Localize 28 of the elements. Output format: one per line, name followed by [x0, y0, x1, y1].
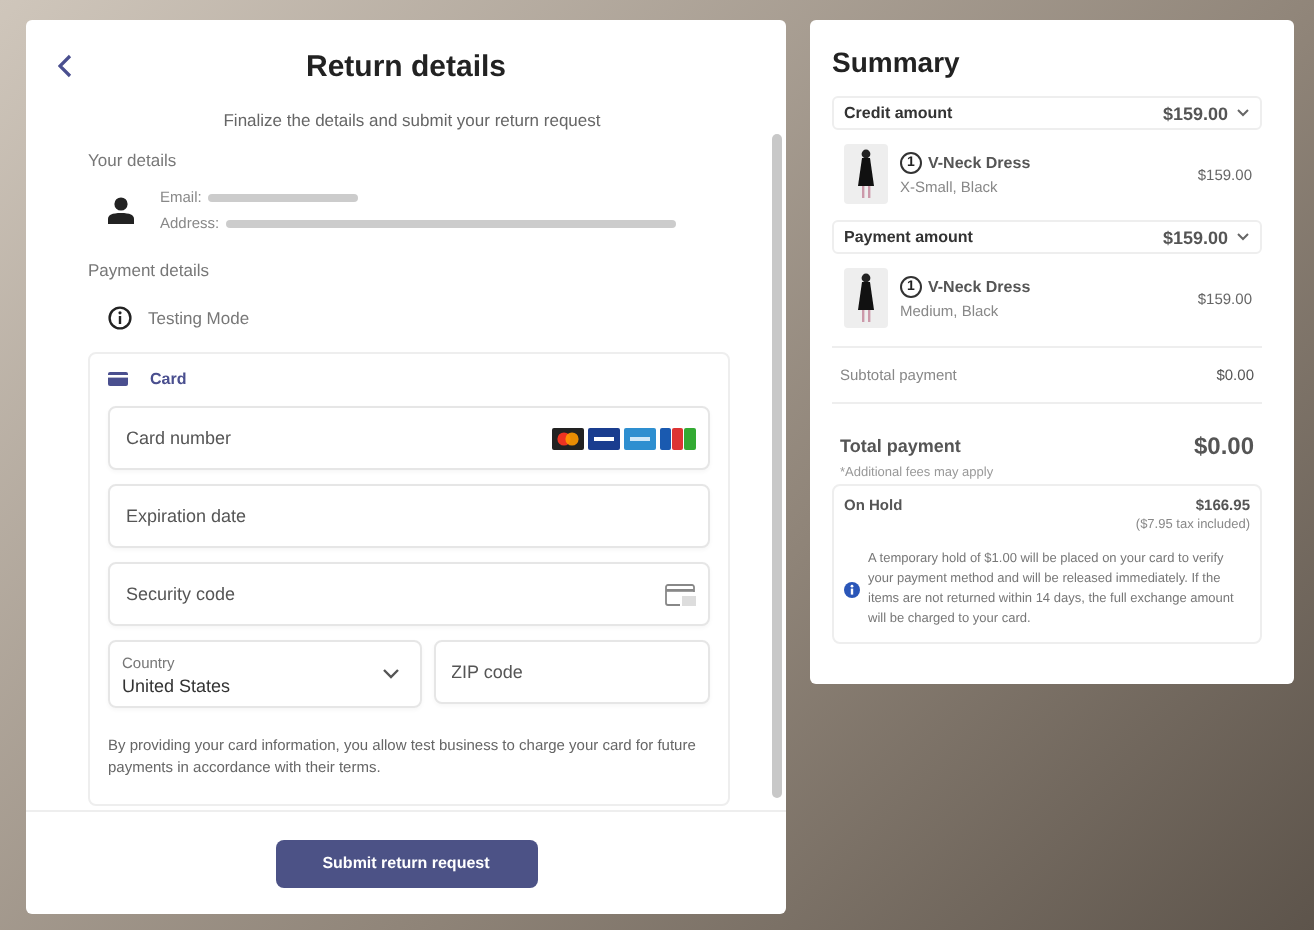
summary-title: Summary [832, 46, 962, 78]
chevron-down-icon [381, 668, 399, 680]
zip-code-field[interactable]: ZIP code [433, 640, 710, 704]
scrollbar[interactable] [772, 134, 782, 798]
section-label: Payment details [88, 260, 211, 280]
total-value: $0.00 [1193, 432, 1254, 460]
card-brands-icon [552, 428, 696, 450]
card-tab[interactable]: Card [150, 370, 187, 388]
chevron-down-icon [1236, 232, 1250, 242]
info-icon [108, 306, 132, 330]
panel-title: Return details [305, 49, 507, 83]
card-cvc-icon [664, 584, 696, 606]
testing-mode-label: Testing Mode [148, 308, 250, 328]
subtitle: Finalize the details and submit your return request [221, 112, 603, 130]
chevron-down-icon [1236, 108, 1250, 118]
amount-header[interactable]: Payment amount $159.00 [832, 220, 1262, 254]
card-number-field[interactable]: Card number [108, 406, 710, 470]
info-icon [844, 582, 860, 599]
card-icon [108, 372, 128, 386]
item-name: V-Neck Dress [928, 154, 1031, 172]
person-icon [108, 196, 134, 224]
amount-header[interactable]: Credit amount $159.00 [832, 96, 1262, 130]
section-label: Your details [88, 150, 179, 170]
submit-button[interactable]: Submit return request [275, 839, 537, 887]
expiration-date-field[interactable]: Expiration date [108, 484, 710, 548]
total-label: Total payment [840, 436, 961, 456]
item-name: V-Neck Dress [928, 278, 1031, 296]
security-code-field[interactable]: Security code [108, 562, 710, 626]
